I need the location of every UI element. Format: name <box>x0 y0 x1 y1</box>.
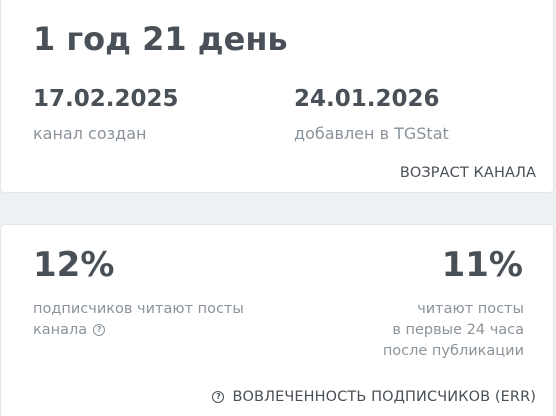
question-circle-icon[interactable]: ? <box>93 324 106 336</box>
err24-label-line3: после публикации <box>382 343 524 359</box>
err-subscribers-value: 12% <box>33 245 115 285</box>
err-subscribers-label-line2: канала <box>33 322 88 338</box>
err24-value: 11% <box>441 245 523 285</box>
err-title: ? ВОВЛЕЧЕННОСТЬ ПОДПИСЧИКОВ (ERR) <box>212 389 536 405</box>
created-date-value: 17.02.2025 <box>33 86 179 112</box>
added-date-value: 24.01.2026 <box>294 86 440 112</box>
created-date-label: канал создан <box>33 124 147 143</box>
channel-age-value: 1 год 21 день <box>33 20 288 58</box>
channel-age-card: 1 год 21 день 17.02.2025 канал создан 24… <box>0 0 554 193</box>
err-subscribers-description: подписчиков читают посты канала? <box>33 299 273 341</box>
err24-description: читают посты в первые 24 часа после публ… <box>324 299 524 362</box>
err-title-label: ВОВЛЕЧЕННОСТЬ ПОДПИСЧИКОВ (ERR) <box>232 389 536 405</box>
err24-label-line2: в первые 24 часа <box>392 322 524 338</box>
err-subscribers-label-line1: подписчиков читают посты <box>33 301 244 317</box>
subscriber-engagement-card: 12% подписчиков читают посты канала? 11%… <box>0 224 554 416</box>
question-circle-icon[interactable]: ? <box>212 391 225 403</box>
err24-label-line1: читают посты <box>417 301 524 317</box>
added-date-label: добавлен в TGStat <box>294 124 449 143</box>
channel-age-title: ВОЗРАСТ КАНАЛА <box>399 165 536 181</box>
